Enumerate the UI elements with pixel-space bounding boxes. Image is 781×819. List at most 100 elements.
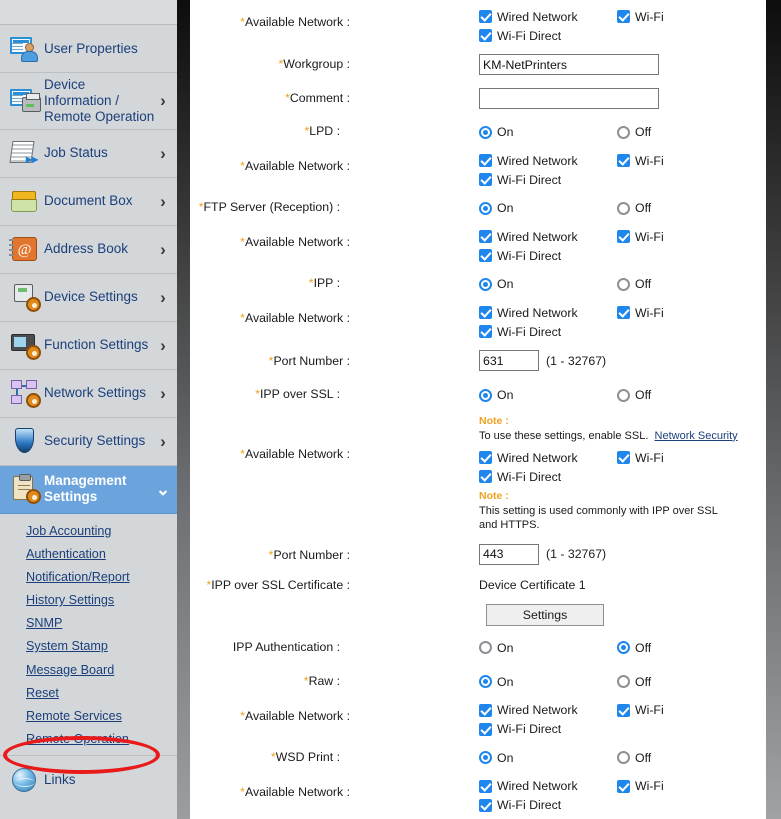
sidebar-item-network-settings[interactable]: Network Settings › [0,369,177,418]
radio-wsd-on[interactable]: On [479,751,617,765]
checkbox-wifi-direct[interactable]: Wi-Fi Direct [479,470,617,484]
sidebar-item-device-settings[interactable]: Device Settings › [0,273,177,322]
radio-ipp-auth-on[interactable]: On [479,641,617,655]
sidebar-item-address-book[interactable]: Address Book › [0,225,177,274]
sidebar-item-document-box[interactable]: Document Box › [0,177,177,226]
field-control [350,54,766,75]
radio-ipp-auth-off[interactable]: Off [617,641,651,655]
checkbox-checked-icon [479,29,492,42]
radio-unselected-icon [617,277,630,291]
field-control [350,88,766,109]
checkbox-wired-network[interactable]: Wired Network [479,451,617,465]
radio-ipp-ssl-off[interactable]: Off [617,388,651,402]
radio-ipp-ssl-on[interactable]: On [479,388,617,402]
checkbox-wifi[interactable]: Wi-Fi [617,703,664,717]
ipp-ssl-radio-group: On Off [479,385,766,405]
sidebar-item-label: Security Settings [44,433,146,449]
sidebar-item-management-settings[interactable]: Management Settings ⌄ [0,465,177,514]
checkbox-checked-icon [479,249,492,262]
radio-raw-off[interactable]: Off [617,675,651,689]
sidebar-submenu: Job Accounting Authentication Notificati… [0,513,177,757]
checkbox-wifi[interactable]: Wi-Fi [617,306,664,320]
network-security-link[interactable]: Network Security [655,430,738,442]
sidebar-subitem-remote-operation[interactable]: Remote Operation [0,728,177,751]
sidebar-item-label: Address Book [44,241,129,257]
checkbox-wifi-direct[interactable]: Wi-Fi Direct [479,173,617,187]
field-control: On Off [340,122,766,142]
checkbox-wired-network[interactable]: Wired Network [479,306,617,320]
field-label: *Available Network : [240,159,350,173]
sidebar-subitem-authentication[interactable]: Authentication [0,543,177,566]
checkbox-wired-network[interactable]: Wired Network [479,703,617,717]
sidebar-subitem-reset[interactable]: Reset [0,682,177,705]
sidebar-subitem-remote-services[interactable]: Remote Services [0,705,177,728]
radio-raw-on[interactable]: On [479,675,617,689]
checkbox-wifi[interactable]: Wi-Fi [617,10,664,24]
ipp-port-input[interactable] [479,350,539,371]
form-row-available-network-top: *Available Network : Wired Network Wi-Fi… [190,7,766,45]
sidebar-item-links[interactable]: Links [0,756,177,805]
radio-lpd-on[interactable]: On [479,125,617,139]
radio-lpd-off[interactable]: Off [617,125,651,139]
sidebar-subitem-notification-report[interactable]: Notification/Report [0,566,177,589]
sidebar-item-device-information[interactable]: Device Information / Remote Operation › [0,73,177,130]
checkbox-checked-icon [479,722,492,736]
checkbox-wired-network[interactable]: Wired Network [479,10,617,24]
form-row-ipp-ssl-available-network: *Available Network : Note : To use these… [190,414,766,533]
radio-ftp-off[interactable]: Off [617,201,651,215]
ipp-ssl-port-input[interactable] [479,543,539,565]
checkbox-wifi-direct[interactable]: Wi-Fi Direct [479,722,617,736]
radio-ftp-on[interactable]: On [479,201,617,215]
radio-selected-icon [479,125,492,139]
checkbox-checked-icon [617,154,630,167]
checkbox-wifi[interactable]: Wi-Fi [617,451,664,465]
field-control: Wired Network Wi-Fi Wi-Fi Direct [350,7,766,45]
sidebar-subitem-snmp[interactable]: SNMP [0,612,177,635]
settings-button[interactable]: Settings [486,603,604,626]
sidebar-item-label: Network Settings [44,385,147,401]
checkbox-wired-network[interactable]: Wired Network [479,154,617,168]
checkbox-wifi[interactable]: Wi-Fi [617,230,664,244]
radio-ipp-on[interactable]: On [479,277,617,291]
form-row-ipp-authentication: IPP Authentication : On Off [190,638,766,658]
sidebar-item-job-status[interactable]: ▸▸ Job Status › [0,129,177,178]
checkbox-wifi-direct[interactable]: Wi-Fi Direct [479,29,617,43]
available-network-checkboxes: Wired Network Wi-Fi Wi-Fi Direct [479,227,766,265]
sidebar-item-user-properties[interactable]: User Properties [0,25,177,73]
form-row-ipp: *IPP : On Off [190,274,766,294]
checkbox-wired-network[interactable]: Wired Network [479,779,617,793]
sidebar-top-spacer [0,0,177,25]
sidebar-subitem-job-accounting[interactable]: Job Accounting [0,520,177,543]
checkbox-wifi-direct[interactable]: Wi-Fi Direct [479,798,617,812]
checkbox-wifi-direct[interactable]: Wi-Fi Direct [479,249,617,263]
sidebar: User Properties Device Information / Rem… [0,0,177,819]
checkbox-wifi-direct[interactable]: Wi-Fi Direct [479,325,617,339]
radio-wsd-off[interactable]: Off [617,751,651,765]
form-row-ftp-server: *FTP Server (Reception) : On Off [190,198,766,218]
field-label: *Raw : [303,673,340,688]
sidebar-subitem-system-stamp[interactable]: System Stamp [0,635,177,658]
checkbox-wired-network[interactable]: Wired Network [479,230,617,244]
chevron-right-icon: › [160,335,166,355]
page-root: User Properties Device Information / Rem… [0,0,781,819]
workgroup-input[interactable] [479,54,659,75]
form-row-ipp-ssl-certificate: *IPP over SSL Certificate : Device Certi… [190,578,766,592]
checkbox-wifi[interactable]: Wi-Fi [617,154,664,168]
sidebar-item-function-settings[interactable]: Function Settings › [0,321,177,370]
sidebar-item-label: Job Status [44,145,108,161]
right-edge-shade [766,0,781,819]
radio-ipp-off[interactable]: Off [617,277,651,291]
ipp-auth-radio-group: On Off [479,638,766,658]
note-common-use: Note : This setting is used commonly wit… [479,489,766,533]
comment-input[interactable] [479,88,659,109]
checkbox-wifi[interactable]: Wi-Fi [617,779,664,793]
sidebar-subitem-message-board[interactable]: Message Board [0,659,177,682]
sidebar-item-security-settings[interactable]: Security Settings › [0,417,177,466]
note-heading: Note : [479,415,509,427]
checkbox-checked-icon [479,470,492,484]
note-enable-ssl: Note : To use these settings, enable SSL… [479,414,766,443]
field-label: *IPP over SSL Certificate : [206,577,350,592]
address-book-icon [8,233,42,265]
field-control: (1 - 32767) [350,350,766,371]
sidebar-subitem-history-settings[interactable]: History Settings [0,589,177,612]
